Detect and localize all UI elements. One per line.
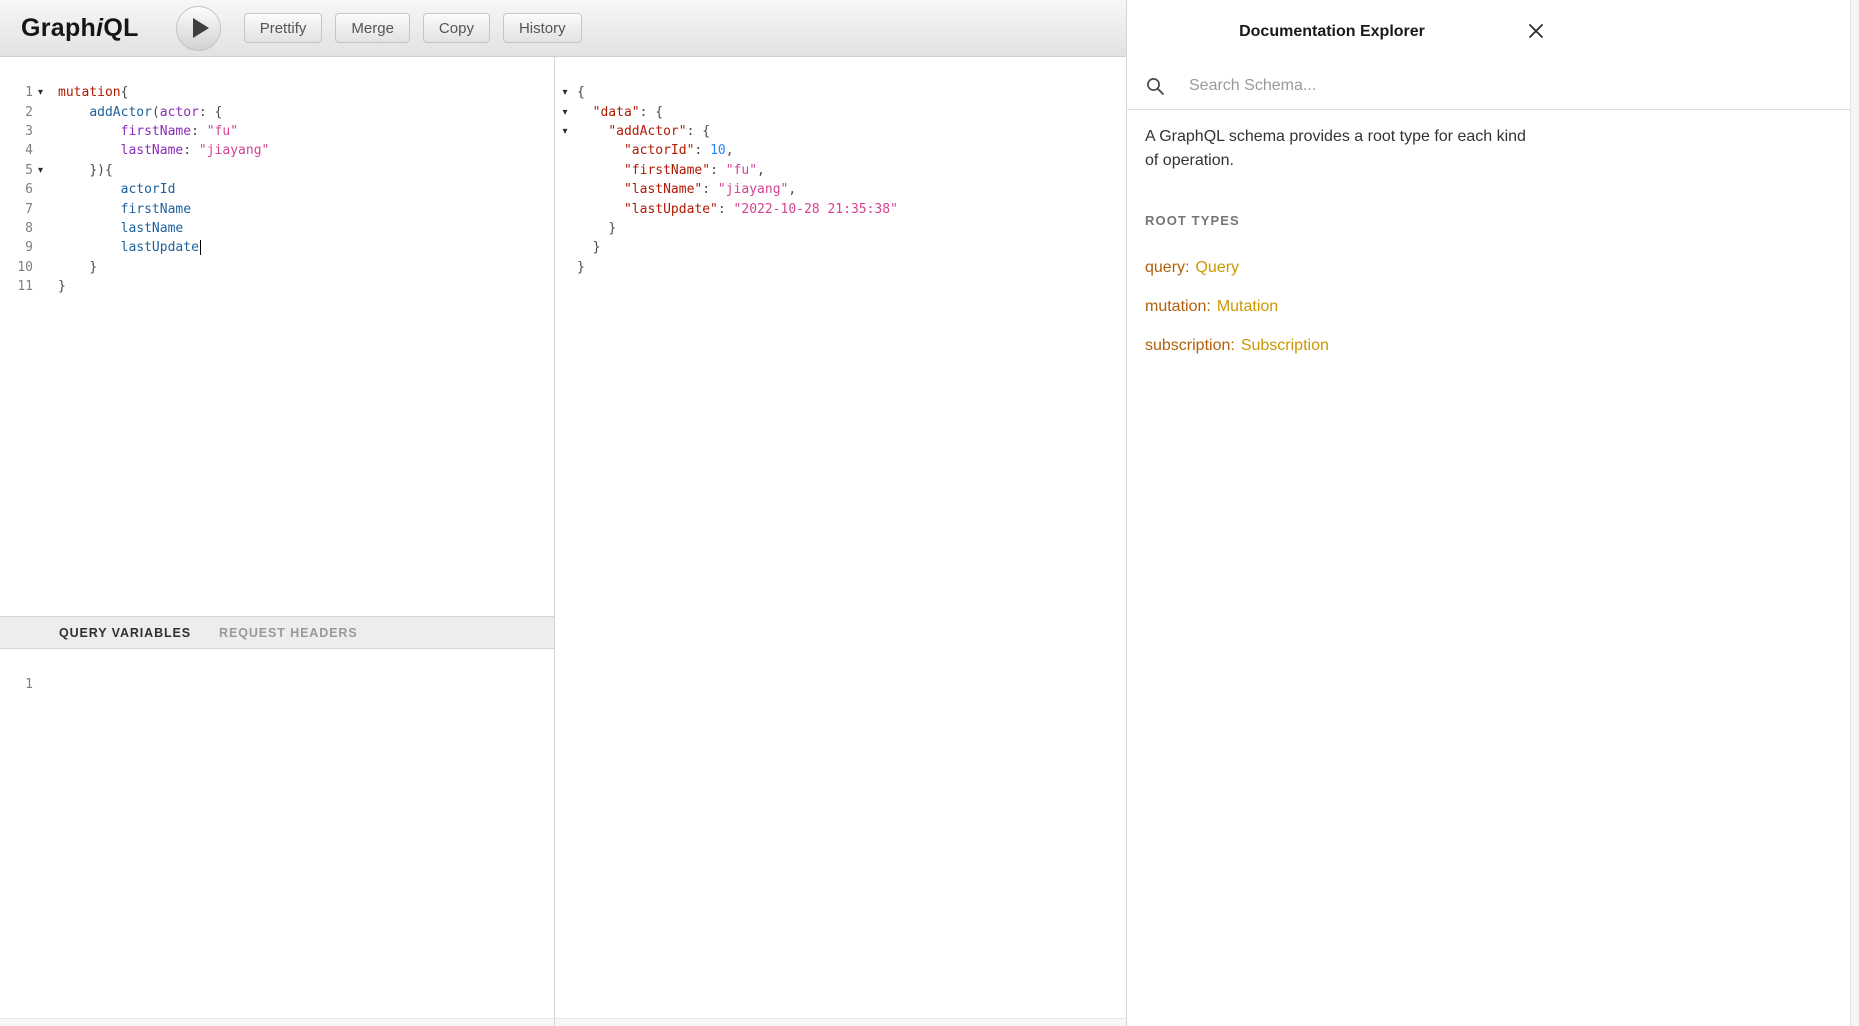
history-button[interactable]: History xyxy=(503,13,582,43)
code-line: 3 firstName: "fu" xyxy=(0,122,554,141)
root-type-mutation: mutation: Mutation xyxy=(1145,297,1859,317)
line-number: 1 xyxy=(0,85,33,100)
line-number: 5 xyxy=(0,163,33,178)
code-line: ▾ "addActor": { xyxy=(557,122,1126,141)
doc-content: A GraphQL schema provides a root type fo… xyxy=(1127,110,1859,356)
line-number: 6 xyxy=(0,182,33,197)
line-number: 3 xyxy=(0,124,33,139)
editor-gutter: 4 xyxy=(0,143,48,158)
query-editor[interactable]: 1▾mutation{2 addActor(actor: {3 firstNam… xyxy=(0,57,554,616)
doc-titlebar: Documentation Explorer xyxy=(1127,0,1859,63)
fold-arrow-icon[interactable]: ▾ xyxy=(557,87,573,98)
prettify-button[interactable]: Prettify xyxy=(244,13,323,43)
line-number: 2 xyxy=(0,105,33,120)
graphiql-logo: GraphiQL xyxy=(21,14,139,43)
play-icon xyxy=(193,18,209,38)
code-line: 4 lastName: "jiayang" xyxy=(0,141,554,160)
fold-arrow-icon[interactable]: ▾ xyxy=(33,165,48,176)
editor-gutter: 2 xyxy=(0,105,48,120)
merge-button[interactable]: Merge xyxy=(335,13,410,43)
fold-arrow-icon[interactable]: ▾ xyxy=(557,126,573,137)
editor-gutter: 9 xyxy=(0,240,48,255)
editor-gutter: 10 xyxy=(0,260,48,275)
code-line: } xyxy=(557,258,1126,277)
editor-gutter: 3 xyxy=(0,124,48,139)
editor-gutter: 1 xyxy=(0,677,48,692)
doc-close-button[interactable] xyxy=(1523,18,1549,44)
toolbar: Prettify Merge Copy History xyxy=(244,13,582,43)
editor-gutter: 1▾ xyxy=(0,85,48,100)
schema-search-input[interactable] xyxy=(1187,76,1517,96)
doc-title: Documentation Explorer xyxy=(1127,0,1537,63)
type-link-query[interactable]: Query xyxy=(1195,259,1239,276)
doc-search-row xyxy=(1127,63,1859,110)
code-line: 1 xyxy=(0,675,554,694)
code-line: 5▾ }){ xyxy=(0,161,554,180)
code-line: 9 lastUpdate xyxy=(0,238,554,257)
code-line: 8 lastName xyxy=(0,219,554,238)
code-line: 1▾mutation{ xyxy=(0,83,554,102)
root-type-subscription: subscription: Subscription xyxy=(1145,336,1859,356)
logo-part-ql: QL xyxy=(103,14,138,42)
code-line: ▾ "data": { xyxy=(557,102,1126,121)
editor-gutter: 8 xyxy=(0,221,48,236)
editor-gutter: 6 xyxy=(0,182,48,197)
search-icon xyxy=(1146,77,1165,96)
query-pane: 1▾mutation{2 addActor(actor: {3 firstNam… xyxy=(0,57,555,1026)
root-type-keyword: mutation: xyxy=(1145,298,1211,315)
code-line: } xyxy=(557,238,1126,257)
code-line: ▾{ xyxy=(557,83,1126,102)
variables-editor[interactable]: 1 xyxy=(0,649,554,1018)
horizontal-scrollbar[interactable] xyxy=(555,1018,1126,1026)
doc-explorer-panel: Documentation Explorer A GraphQL schema … xyxy=(1126,0,1859,1026)
code-line: 10 } xyxy=(0,258,554,277)
graphiql-app: GraphiQL Prettify Merge Copy History 1▾m… xyxy=(0,0,1859,1026)
copy-button[interactable]: Copy xyxy=(423,13,490,43)
fold-arrow-icon[interactable]: ▾ xyxy=(33,87,48,98)
tab-request-headers[interactable]: REQUEST HEADERS xyxy=(219,626,358,640)
code-line: 11} xyxy=(0,277,554,296)
line-number: 10 xyxy=(0,260,33,275)
text-cursor xyxy=(200,240,201,255)
code-line: "actorId": 10, xyxy=(557,141,1126,160)
schema-description: A GraphQL schema provides a root type fo… xyxy=(1145,125,1541,173)
type-link-mutation[interactable]: Mutation xyxy=(1217,298,1278,315)
root-type-list: query: Query mutation: Mutation subscripti… xyxy=(1145,258,1859,356)
code-line: "firstName": "fu", xyxy=(557,161,1126,180)
result-viewer: ▾{▾ "data": {▾ "addActor": { "actorId": … xyxy=(555,57,1126,1026)
close-icon xyxy=(1527,22,1545,40)
line-number: 11 xyxy=(0,279,33,294)
code-line: "lastUpdate": "2022-10-28 21:35:38" xyxy=(557,199,1126,218)
topbar: GraphiQL Prettify Merge Copy History xyxy=(0,0,1126,57)
type-link-subscription[interactable]: Subscription xyxy=(1241,337,1329,354)
code-line: 2 addActor(actor: { xyxy=(0,102,554,121)
graphiql-main: GraphiQL Prettify Merge Copy History 1▾m… xyxy=(0,0,1126,1026)
line-number: 8 xyxy=(0,221,33,236)
code-line: "lastName": "jiayang", xyxy=(557,180,1126,199)
editor-gutter: 7 xyxy=(0,202,48,217)
fold-arrow-icon[interactable]: ▾ xyxy=(557,107,573,118)
execute-button[interactable] xyxy=(176,6,221,51)
logo-part-graph: Graph xyxy=(21,14,96,42)
editor-gutter: 11 xyxy=(0,279,48,294)
root-type-keyword: subscription: xyxy=(1145,337,1235,354)
line-number: 1 xyxy=(0,677,33,692)
vertical-scrollbar[interactable] xyxy=(1850,0,1859,1026)
line-number: 4 xyxy=(0,143,33,158)
editor-gutter: 5▾ xyxy=(0,163,48,178)
code-line: } xyxy=(557,219,1126,238)
line-number: 7 xyxy=(0,202,33,217)
code-line: 6 actorId xyxy=(0,180,554,199)
root-type-keyword: query: xyxy=(1145,259,1189,276)
tab-query-variables[interactable]: QUERY VARIABLES xyxy=(59,626,191,640)
root-types-heading: ROOT TYPES xyxy=(1145,213,1859,228)
code-line: 7 firstName xyxy=(0,199,554,218)
editor-area: 1▾mutation{2 addActor(actor: {3 firstNam… xyxy=(0,57,1126,1026)
root-type-query: query: Query xyxy=(1145,258,1859,278)
horizontal-scrollbar[interactable] xyxy=(0,1018,554,1026)
line-number: 9 xyxy=(0,240,33,255)
secondary-editor-tabs: QUERY VARIABLES REQUEST HEADERS xyxy=(0,616,554,649)
